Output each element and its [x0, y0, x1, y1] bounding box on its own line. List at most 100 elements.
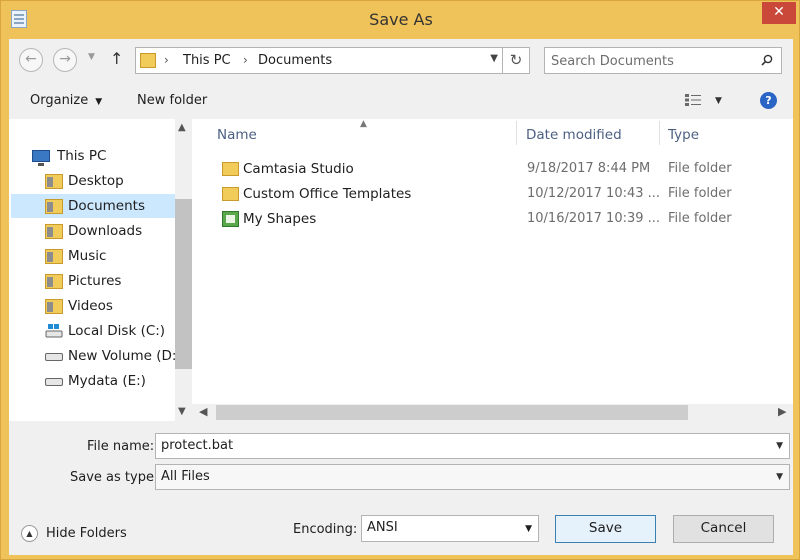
nav-item-label: Pictures: [68, 273, 122, 289]
drive-icon: [45, 353, 63, 361]
refresh-button[interactable]: ↻: [503, 47, 530, 74]
close-button[interactable]: ✕: [762, 2, 796, 24]
navigation-scrollbar[interactable]: ▲ ▼: [175, 119, 192, 421]
nav-item-label: Local Disk (C:): [68, 323, 166, 339]
nav-item-new-volume-d[interactable]: New Volume (D:): [11, 344, 182, 368]
nav-item-videos[interactable]: Videos: [11, 294, 175, 318]
folder-icon: [45, 174, 63, 189]
file-type: File folder: [668, 186, 732, 201]
organize-button[interactable]: Organize ▼: [30, 93, 102, 108]
encoding-value: ANSI: [367, 520, 398, 535]
address-bar[interactable]: › This PC › Documents ▼: [135, 47, 503, 74]
title-bar[interactable]: Save As ✕: [1, 1, 800, 39]
breadcrumb-separator-icon: ›: [243, 53, 248, 67]
file-list: ▲ Name Date modified Type Camtasia Studi…: [192, 119, 793, 421]
nav-item-label: This PC: [57, 148, 107, 164]
save-button[interactable]: Save: [555, 515, 656, 543]
folder-icon: [222, 187, 239, 201]
folder-icon: [45, 274, 63, 289]
chevron-down-icon[interactable]: ▼: [715, 96, 722, 106]
system-drive-icon: [45, 324, 63, 338]
cancel-button[interactable]: Cancel: [673, 515, 774, 543]
file-name: My Shapes: [243, 211, 317, 227]
view-options-icon[interactable]: [685, 94, 701, 106]
search-icon[interactable]: [761, 54, 773, 66]
chevron-down-icon[interactable]: ▼: [490, 53, 498, 64]
organize-label: Organize: [30, 93, 89, 108]
column-header-date-modified[interactable]: Date modified: [526, 127, 622, 143]
nav-item-pictures[interactable]: Pictures: [11, 269, 175, 293]
nav-item-label: Documents: [68, 198, 145, 214]
chevron-down-icon[interactable]: ▼: [525, 524, 532, 534]
folder-icon: [222, 162, 239, 176]
chevron-up-icon: ▲: [21, 525, 38, 542]
scroll-right-icon[interactable]: ▶: [778, 405, 786, 418]
file-date: 10/16/2017 10:39 ...: [527, 211, 661, 226]
nav-item-mydata-e[interactable]: Mydata (E:): [11, 369, 175, 393]
scrollbar-thumb[interactable]: [175, 199, 192, 369]
chevron-down-icon[interactable]: ▼: [776, 441, 783, 451]
folder-icon: [45, 249, 63, 264]
file-name: Custom Office Templates: [243, 186, 412, 202]
nav-item-documents[interactable]: Documents: [11, 194, 175, 218]
scroll-down-icon[interactable]: ▼: [178, 406, 186, 417]
column-header-name[interactable]: Name: [217, 127, 257, 143]
chevron-down-icon[interactable]: ▼: [776, 472, 783, 482]
column-divider[interactable]: [516, 121, 517, 145]
file-row[interactable]: My Shapes 10/16/2017 10:39 ... File fold…: [192, 207, 776, 231]
back-button[interactable]: ←: [19, 48, 43, 72]
sort-ascending-icon: ▲: [360, 119, 367, 129]
new-folder-button[interactable]: New folder: [137, 93, 207, 108]
shapes-folder-icon: [222, 211, 239, 227]
command-bar: Organize ▼ New folder ▼ ?: [9, 81, 793, 119]
breadcrumb-documents[interactable]: Documents: [258, 53, 332, 68]
nav-item-this-pc[interactable]: This PC: [11, 144, 175, 168]
column-header-type[interactable]: Type: [668, 127, 699, 143]
file-date: 10/12/2017 10:43 ...: [527, 186, 661, 201]
save-as-type-select[interactable]: All Files ▼: [155, 464, 790, 490]
horizontal-scrollbar[interactable]: ◀ ▶: [192, 404, 793, 421]
nav-item-label: Downloads: [68, 223, 143, 239]
scroll-up-icon[interactable]: ▲: [178, 122, 186, 133]
nav-item-desktop[interactable]: Desktop: [11, 169, 175, 193]
file-name-label: File name:: [87, 439, 155, 454]
file-name-field[interactable]: protect.bat ▼: [155, 433, 790, 459]
file-type: File folder: [668, 211, 732, 226]
save-as-type-label: Save as type:: [70, 470, 159, 485]
forward-button[interactable]: →: [53, 48, 77, 72]
search-input[interactable]: [551, 52, 751, 70]
search-box[interactable]: [544, 47, 782, 74]
save-as-type-value: All Files: [161, 469, 210, 484]
scrollbar-thumb[interactable]: [216, 405, 688, 420]
file-name: Camtasia Studio: [243, 161, 354, 177]
nav-item-downloads[interactable]: Downloads: [11, 219, 175, 243]
breadcrumb-separator-icon: ›: [164, 53, 169, 67]
folder-icon: [45, 224, 63, 239]
file-row[interactable]: Camtasia Studio 9/18/2017 8:44 PM File f…: [192, 157, 776, 181]
dialog-body: ← → ▼ ↑ › This PC › Documents ▼ ↻ Organi…: [9, 39, 793, 555]
file-date: 9/18/2017 8:44 PM: [527, 161, 651, 176]
nav-item-label: Videos: [68, 298, 113, 314]
nav-item-local-disk-c[interactable]: Local Disk (C:): [11, 319, 175, 343]
nav-item-label: Desktop: [68, 173, 124, 189]
nav-item-label: Mydata (E:): [68, 373, 146, 389]
drive-icon: [45, 378, 63, 386]
file-type: File folder: [668, 161, 732, 176]
save-as-dialog: Save As ✕ ← → ▼ ↑ › This PC › Documents …: [0, 0, 800, 560]
column-divider[interactable]: [659, 121, 660, 145]
scroll-left-icon[interactable]: ◀: [199, 405, 207, 418]
folder-icon: [140, 53, 156, 68]
up-arrow-icon[interactable]: ↑: [110, 49, 123, 68]
folder-icon: [45, 299, 63, 314]
navigation-pane: This PC Desktop Documents Downloads Musi…: [9, 119, 192, 421]
folder-icon: [45, 199, 63, 214]
file-name-value: protect.bat: [161, 438, 234, 453]
file-row[interactable]: Custom Office Templates 10/12/2017 10:43…: [192, 182, 776, 206]
nav-item-label: New Volume (D:): [68, 348, 182, 364]
help-button[interactable]: ?: [760, 92, 777, 109]
hide-folders-label: Hide Folders: [46, 526, 127, 541]
breadcrumb-this-pc[interactable]: This PC: [183, 53, 231, 68]
nav-item-music[interactable]: Music: [11, 244, 175, 268]
recent-locations-chevron-icon[interactable]: ▼: [88, 52, 95, 62]
encoding-select[interactable]: ANSI ▼: [361, 515, 539, 542]
